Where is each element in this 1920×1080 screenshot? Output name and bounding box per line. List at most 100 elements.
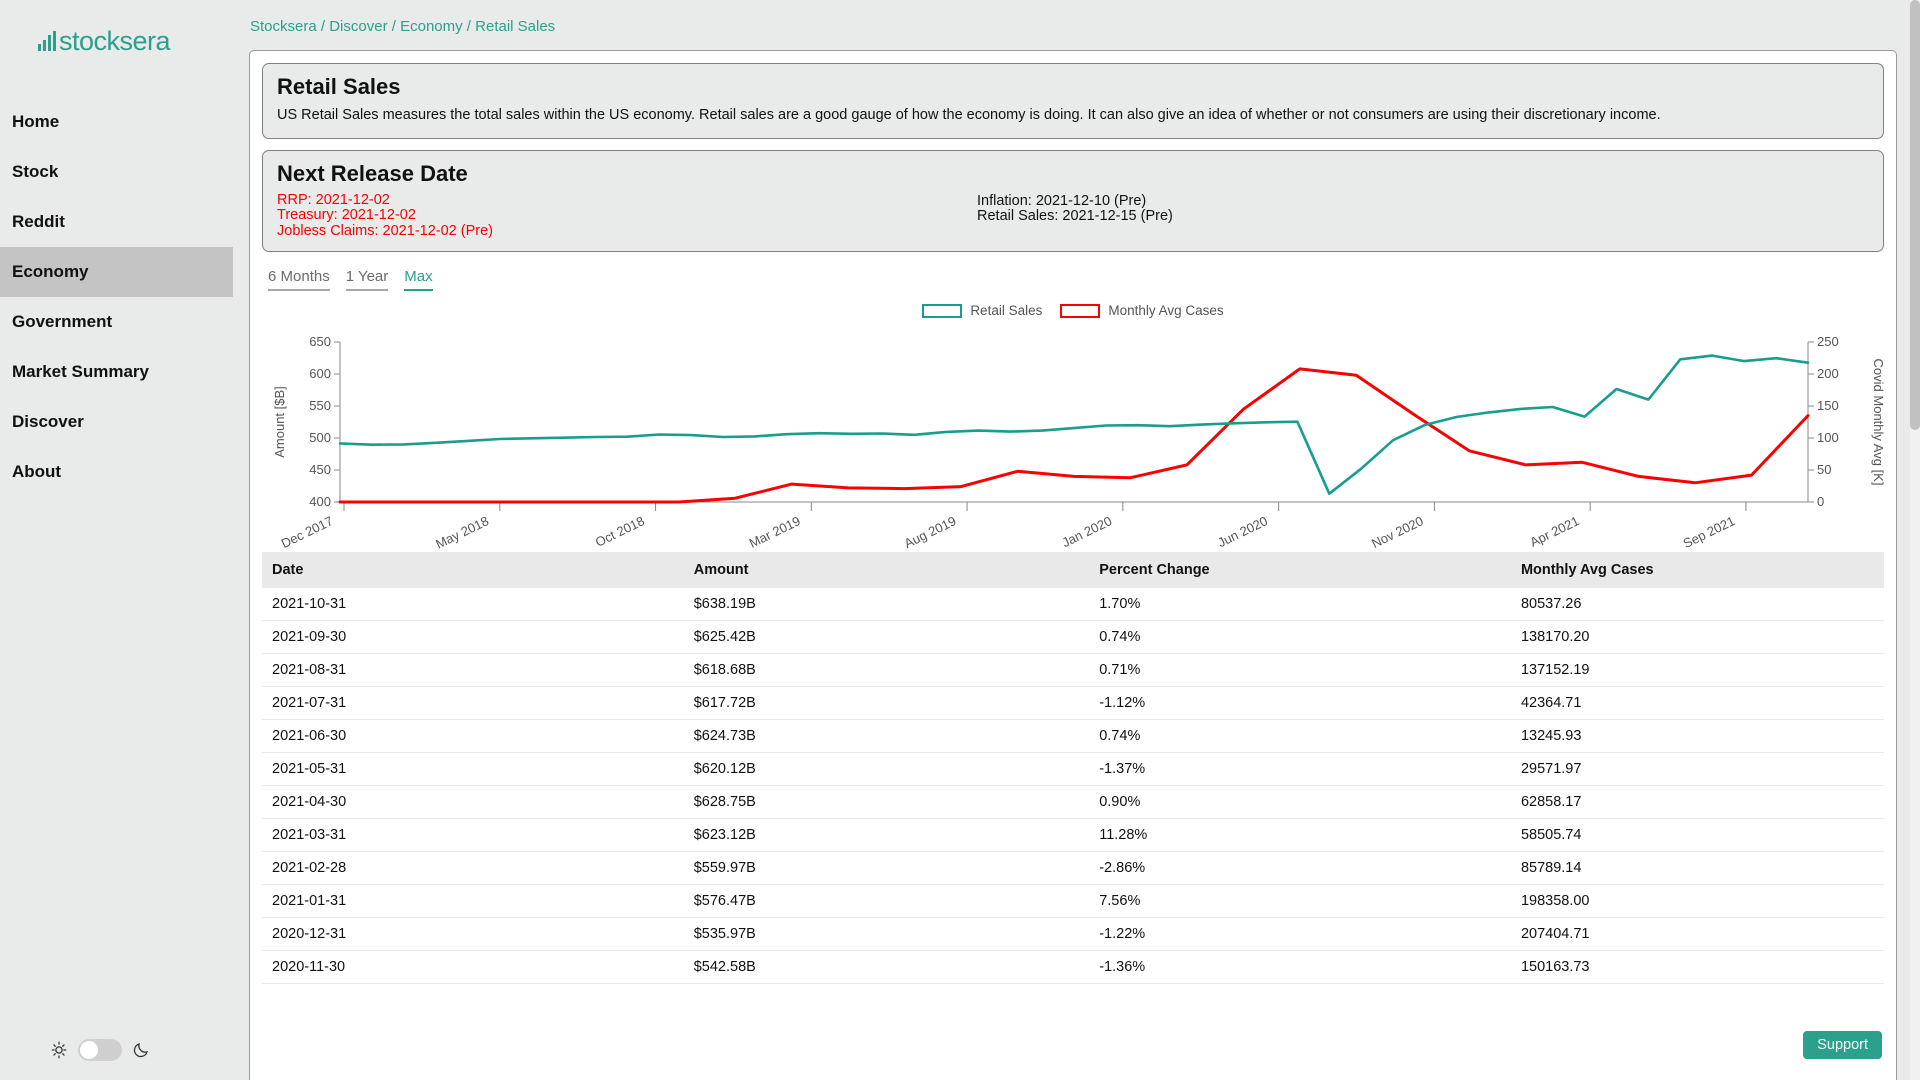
support-button[interactable]: Support xyxy=(1803,1031,1882,1059)
breadcrumb-item-economy[interactable]: Economy xyxy=(400,18,463,35)
cell-percent-change: 0.74% xyxy=(1089,720,1511,753)
tab-6-months[interactable]: 6 Months xyxy=(268,268,330,291)
cell-monthly-avg-cases: 62858.17 xyxy=(1511,786,1884,819)
cell-amount: $535.97B xyxy=(684,918,1090,951)
table-row[interactable]: 2021-02-28$559.97B-2.86%85789.14 xyxy=(262,852,1884,885)
cell-amount: $625.42B xyxy=(684,621,1090,654)
cell-date: 2021-08-31 xyxy=(262,654,684,687)
legend-swatch-retail-sales xyxy=(922,304,962,318)
svg-text:Jan 2020: Jan 2020 xyxy=(1060,514,1115,551)
page-scrollbar[interactable] xyxy=(1910,0,1920,1080)
svg-text:0: 0 xyxy=(1817,494,1824,509)
sidebar-item-home[interactable]: Home xyxy=(0,97,233,147)
page-description: US Retail Sales measures the total sales… xyxy=(277,106,1869,126)
cell-monthly-avg-cases: 137152.19 xyxy=(1511,654,1884,687)
cell-date: 2021-03-31 xyxy=(262,819,684,852)
svg-text:450: 450 xyxy=(309,462,331,477)
table-row[interactable]: 2020-11-30$542.58B-1.36%150163.73 xyxy=(262,951,1884,984)
sidebar-item-stock[interactable]: Stock xyxy=(0,147,233,197)
svg-text:Sep 2021: Sep 2021 xyxy=(1681,514,1738,552)
cell-percent-change: -2.86% xyxy=(1089,852,1511,885)
brand-logo[interactable]: stocksera xyxy=(0,0,233,60)
breadcrumb-item-stocksera[interactable]: Stocksera xyxy=(250,18,317,35)
cell-date: 2021-05-31 xyxy=(262,753,684,786)
breadcrumb: Stocksera / Discover / Economy / Retail … xyxy=(233,0,1920,50)
cell-monthly-avg-cases: 207404.71 xyxy=(1511,918,1884,951)
cell-monthly-avg-cases: 80537.26 xyxy=(1511,588,1884,621)
legend-item-retail-sales[interactable]: Retail Sales xyxy=(922,303,1042,318)
cell-amount: $617.72B xyxy=(684,687,1090,720)
cell-percent-change: -1.37% xyxy=(1089,753,1511,786)
column-header-percent-change[interactable]: Percent Change xyxy=(1089,552,1511,588)
cell-amount: $638.19B xyxy=(684,588,1090,621)
breadcrumb-item-discover[interactable]: Discover xyxy=(329,18,387,35)
cell-monthly-avg-cases: 13245.93 xyxy=(1511,720,1884,753)
retail-sales-chart[interactable]: Retail Sales Monthly Avg Cases 400450500… xyxy=(262,297,1884,552)
svg-text:200: 200 xyxy=(1817,366,1839,381)
theme-toggle-switch[interactable] xyxy=(78,1039,122,1061)
cell-date: 2021-02-28 xyxy=(262,852,684,885)
release-jobless-claims: Jobless Claims: 2021-12-02 (Pre) xyxy=(277,224,977,240)
tab-max[interactable]: Max xyxy=(404,268,432,291)
svg-text:May 2018: May 2018 xyxy=(433,514,491,553)
tab-1-year[interactable]: 1 Year xyxy=(346,268,389,291)
release-inflation: Inflation: 2021-12-10 (Pre) xyxy=(977,194,1173,210)
scrollbar-thumb[interactable] xyxy=(1910,0,1920,430)
sidebar-item-market-summary[interactable]: Market Summary xyxy=(0,347,233,397)
cell-date: 2021-07-31 xyxy=(262,687,684,720)
table-row[interactable]: 2021-01-31$576.47B7.56%198358.00 xyxy=(262,885,1884,918)
table-row[interactable]: 2021-05-31$620.12B-1.37%29571.97 xyxy=(262,753,1884,786)
sidebar: stocksera Home Stock Reddit Economy Gove… xyxy=(0,0,233,1080)
main-area: Stocksera / Discover / Economy / Retail … xyxy=(233,0,1920,1080)
release-treasury: Treasury: 2021-12-02 xyxy=(277,208,977,224)
next-release-title: Next Release Date xyxy=(277,161,1869,187)
chart-legend: Retail Sales Monthly Avg Cases xyxy=(262,303,1884,318)
svg-text:100: 100 xyxy=(1817,430,1839,445)
table-row[interactable]: 2021-09-30$625.42B0.74%138170.20 xyxy=(262,621,1884,654)
release-left-column: RRP: 2021-12-02 Treasury: 2021-12-02 Job… xyxy=(277,193,977,240)
svg-text:Apr 2021: Apr 2021 xyxy=(1527,514,1581,551)
cell-monthly-avg-cases: 85789.14 xyxy=(1511,852,1884,885)
table-row[interactable]: 2021-03-31$623.12B11.28%58505.74 xyxy=(262,819,1884,852)
sidebar-item-government[interactable]: Government xyxy=(0,297,233,347)
svg-text:500: 500 xyxy=(309,430,331,445)
sidebar-item-discover[interactable]: Discover xyxy=(0,397,233,447)
breadcrumb-separator: / xyxy=(392,18,396,35)
table-row[interactable]: 2021-07-31$617.72B-1.12%42364.71 xyxy=(262,687,1884,720)
table-row[interactable]: 2021-06-30$624.73B0.74%13245.93 xyxy=(262,720,1884,753)
table-row[interactable]: 2021-04-30$628.75B0.90%62858.17 xyxy=(262,786,1884,819)
page-title: Retail Sales xyxy=(277,74,1869,100)
legend-item-monthly-avg-cases[interactable]: Monthly Avg Cases xyxy=(1060,303,1223,318)
svg-text:150: 150 xyxy=(1817,398,1839,413)
cell-amount: $559.97B xyxy=(684,852,1090,885)
breadcrumb-separator: / xyxy=(467,18,471,35)
cell-percent-change: 0.71% xyxy=(1089,654,1511,687)
column-header-date[interactable]: Date xyxy=(262,552,684,588)
release-columns: RRP: 2021-12-02 Treasury: 2021-12-02 Job… xyxy=(277,193,1869,240)
release-right-column: Inflation: 2021-12-10 (Pre) Retail Sales… xyxy=(977,193,1173,240)
cell-amount: $576.47B xyxy=(684,885,1090,918)
table-row[interactable]: 2021-08-31$618.68B0.71%137152.19 xyxy=(262,654,1884,687)
column-header-monthly-avg-cases[interactable]: Monthly Avg Cases xyxy=(1511,552,1884,588)
sidebar-item-about[interactable]: About xyxy=(0,447,233,497)
cell-date: 2021-01-31 xyxy=(262,885,684,918)
cell-amount: $624.73B xyxy=(684,720,1090,753)
svg-text:Aug 2019: Aug 2019 xyxy=(902,514,959,552)
svg-text:Amount [$B]: Amount [$B] xyxy=(272,387,287,459)
content-panel: Retail Sales US Retail Sales measures th… xyxy=(249,50,1897,1080)
table-row[interactable]: 2020-12-31$535.97B-1.22%207404.71 xyxy=(262,918,1884,951)
chart-canvas: 400450500550600650050100150200250Amount … xyxy=(262,297,1886,552)
app-root: stocksera Home Stock Reddit Economy Gove… xyxy=(0,0,1920,1080)
cell-percent-change: -1.36% xyxy=(1089,951,1511,984)
breadcrumb-item-retail-sales[interactable]: Retail Sales xyxy=(475,18,555,35)
column-header-amount[interactable]: Amount xyxy=(684,552,1090,588)
theme-controls xyxy=(0,1020,233,1080)
cell-date: 2021-04-30 xyxy=(262,786,684,819)
sidebar-item-economy[interactable]: Economy xyxy=(0,247,233,297)
cell-date: 2020-11-30 xyxy=(262,951,684,984)
svg-text:550: 550 xyxy=(309,398,331,413)
svg-text:400: 400 xyxy=(309,494,331,509)
table-row[interactable]: 2021-10-31$638.19B1.70%80537.26 xyxy=(262,588,1884,621)
cell-date: 2020-12-31 xyxy=(262,918,684,951)
sidebar-item-reddit[interactable]: Reddit xyxy=(0,197,233,247)
